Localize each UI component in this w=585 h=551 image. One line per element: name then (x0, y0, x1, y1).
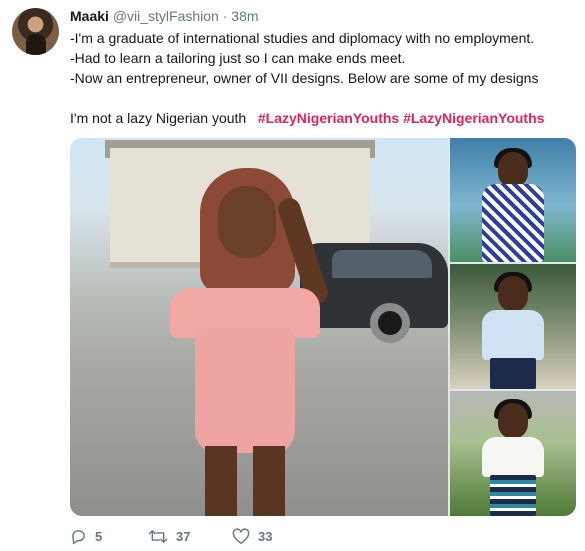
photo-outfit (482, 310, 544, 360)
retweet-button[interactable]: 37 (148, 528, 232, 545)
photo-person-legs (205, 446, 285, 516)
reply-count: 5 (95, 529, 103, 544)
media-grid (70, 138, 576, 516)
hashtag-link[interactable]: #LazyNigerianYouths (403, 110, 544, 126)
photo-skirt (490, 358, 536, 389)
photo-design-3[interactable] (450, 391, 576, 516)
tweet-line: -I'm a graduate of international studies… (70, 30, 535, 46)
avatar[interactable] (12, 8, 59, 55)
photo-head (498, 152, 528, 188)
reply-button[interactable]: 5 (70, 528, 148, 545)
retweet-icon (148, 530, 168, 543)
reply-icon (72, 530, 85, 545)
header-separator: · (222, 8, 228, 24)
photo-head (498, 403, 528, 439)
hashtag-link[interactable]: #LazyNigerianYouths (258, 110, 399, 126)
photo-car-window (332, 250, 432, 278)
tweet-line: -Now an entrepreneur, owner of VII desig… (70, 70, 539, 86)
tweet-line: -Had to learn a tailoring just so I can … (70, 50, 406, 66)
tweet-text: -I'm a graduate of international studies… (70, 28, 575, 128)
photo-design-2[interactable] (450, 264, 576, 389)
retweet-count: 37 (176, 529, 191, 544)
heart-icon (232, 528, 250, 544)
like-count: 33 (258, 529, 273, 544)
photo-main[interactable] (70, 138, 448, 516)
author-handle[interactable]: @vii_stylFashion (113, 8, 219, 24)
author-name[interactable]: Maaki (70, 8, 109, 24)
tweet-timestamp[interactable]: 38m (231, 8, 258, 24)
photo-outfit (482, 437, 544, 477)
avatar-figure (26, 34, 46, 55)
like-button[interactable]: 33 (232, 528, 292, 545)
tweet-actions: 5 37 33 (70, 528, 292, 545)
tweet-header: Maaki @vii_stylFashion · 38m (70, 8, 259, 24)
photo-skirt (490, 475, 536, 516)
closing-text: I'm not a lazy Nigerian youth (70, 110, 247, 126)
photo-head (498, 276, 528, 312)
tweet-closing-line: I'm not a lazy Nigerian youth #LazyNiger… (70, 108, 575, 128)
photo-outfit (482, 184, 544, 262)
photo-design-1[interactable] (450, 138, 576, 262)
photo-person-dress (195, 328, 295, 453)
photo-person-face (218, 186, 276, 258)
photo-car-wheel (370, 303, 410, 343)
